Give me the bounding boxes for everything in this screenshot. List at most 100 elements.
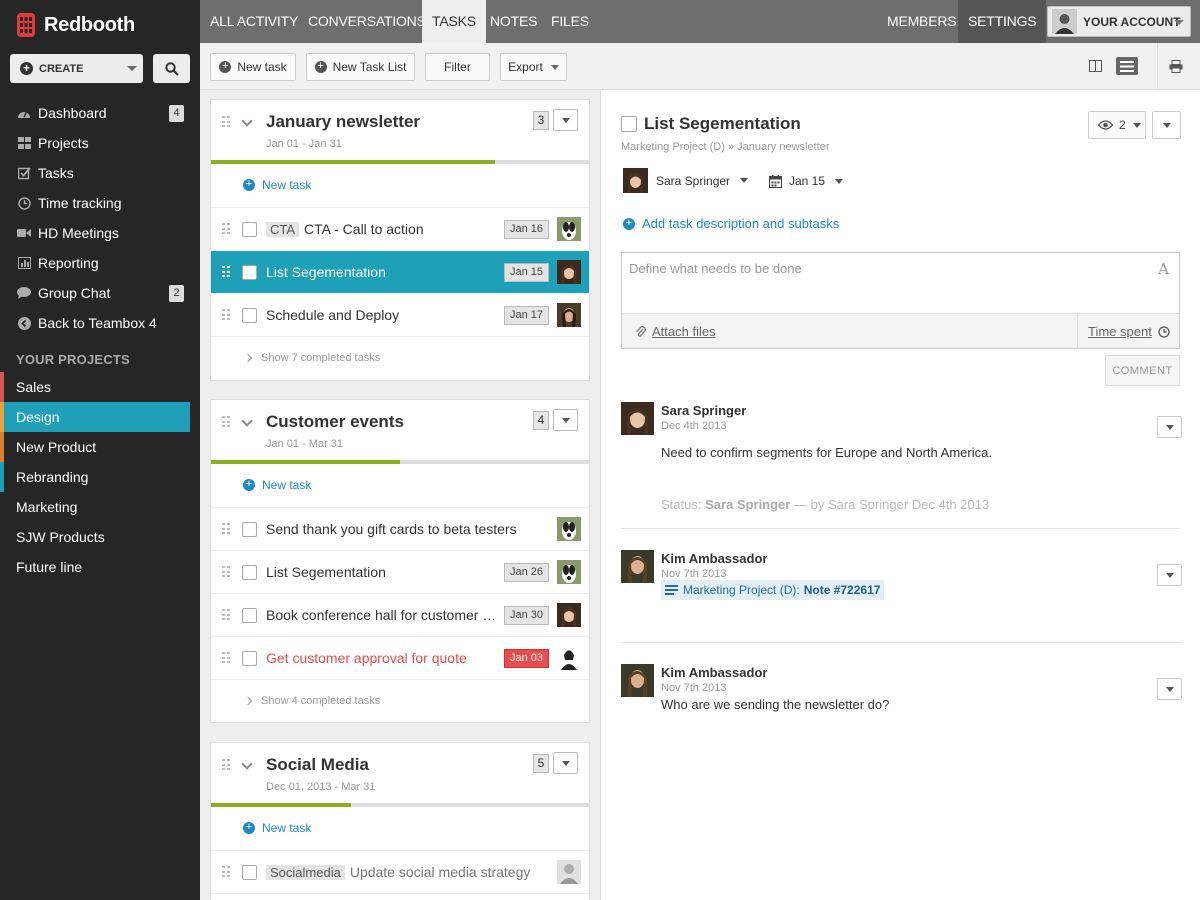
collapse-chevron-icon[interactable] bbox=[241, 415, 253, 427]
task-name[interactable]: Send thank you gift cards to beta tester… bbox=[266, 521, 517, 537]
nav-hd-meetings[interactable]: HD Meetings bbox=[0, 218, 200, 248]
drag-handle-icon[interactable] bbox=[222, 609, 230, 621]
avatar[interactable] bbox=[621, 664, 654, 697]
task-checkbox[interactable] bbox=[242, 222, 257, 237]
avatar[interactable] bbox=[621, 550, 654, 583]
task-label[interactable]: CTA CTA - Call to action bbox=[266, 221, 424, 237]
task-list-title[interactable]: Social Media bbox=[266, 755, 369, 775]
assignee-selector[interactable]: Sara Springer bbox=[623, 168, 749, 193]
split-view-icon[interactable] bbox=[1085, 57, 1105, 75]
author-name[interactable]: Kim Ambassador bbox=[661, 665, 767, 680]
activity-menu-button[interactable] bbox=[1157, 416, 1182, 438]
project-item-sales[interactable]: Sales bbox=[0, 372, 190, 402]
task-checkbox[interactable] bbox=[242, 608, 257, 623]
add-description-link[interactable]: + Add task description and subtasks bbox=[623, 216, 839, 231]
due-date-badge[interactable]: Jan 17 bbox=[504, 306, 550, 325]
task-name[interactable]: Book conference hall for customer … bbox=[266, 607, 494, 623]
due-date-selector[interactable]: Jan 15 bbox=[769, 174, 844, 188]
avatar[interactable] bbox=[621, 402, 654, 435]
task-checkbox[interactable] bbox=[242, 565, 257, 580]
tab-notes[interactable]: NOTES bbox=[480, 0, 547, 43]
task-row[interactable]: Schedule and Deploy Jan 17 bbox=[211, 294, 589, 337]
task-options-menu-button[interactable] bbox=[1152, 111, 1181, 139]
tab-files[interactable]: FILES bbox=[541, 0, 599, 43]
search-button[interactable] bbox=[153, 54, 190, 83]
show-completed-link[interactable]: Show 4 completed tasks bbox=[211, 680, 589, 721]
nav-reporting[interactable]: Reporting bbox=[0, 248, 200, 278]
nav-time-tracking[interactable]: Time tracking bbox=[0, 188, 200, 218]
task-row[interactable]: Book conference hall for customer … Jan … bbox=[211, 594, 589, 637]
tab-members[interactable]: MEMBERS bbox=[877, 0, 966, 43]
due-date-badge[interactable]: Jan 15 bbox=[504, 263, 550, 282]
task-list-menu-button[interactable] bbox=[553, 752, 578, 774]
task-checkbox[interactable] bbox=[242, 651, 257, 666]
collapse-chevron-icon[interactable] bbox=[241, 115, 253, 127]
task-name[interactable]: List Segementation bbox=[266, 564, 386, 580]
watchers-button[interactable]: 2 bbox=[1088, 111, 1146, 139]
task-row[interactable]: Socialmedia Update social media strategy bbox=[211, 851, 589, 894]
author-name[interactable]: Sara Springer bbox=[661, 403, 746, 418]
avatar[interactable] bbox=[557, 517, 581, 541]
tab-tasks[interactable]: TASKS bbox=[422, 0, 486, 43]
overdue-date-badge[interactable]: Jan 03 bbox=[504, 649, 550, 668]
task-row-overdue[interactable]: Get customer approval for quote Jan 03 bbox=[211, 637, 589, 680]
avatar[interactable] bbox=[557, 646, 581, 670]
task-row[interactable]: Send thank you gift cards to beta tester… bbox=[211, 508, 589, 551]
due-date-badge[interactable]: Jan 30 bbox=[504, 606, 550, 625]
account-menu-button[interactable]: YOUR ACCOUNT bbox=[1047, 6, 1191, 37]
nav-group-chat[interactable]: Group Chat 2 bbox=[0, 278, 200, 308]
task-checkbox[interactable] bbox=[242, 308, 257, 323]
print-icon[interactable] bbox=[1166, 57, 1186, 75]
task-name[interactable]: Schedule and Deploy bbox=[266, 307, 399, 323]
text-format-icon[interactable]: A bbox=[1158, 260, 1169, 278]
breadcrumb-project[interactable]: Marketing Project (D) bbox=[621, 141, 725, 153]
filter-button[interactable]: Filter bbox=[425, 53, 490, 81]
task-name[interactable]: Get customer approval for quote bbox=[266, 650, 467, 666]
drag-handle-icon[interactable] bbox=[222, 566, 230, 578]
show-completed-link[interactable]: Show 7 completed tasks bbox=[211, 337, 589, 378]
task-checkbox[interactable] bbox=[242, 865, 257, 880]
tab-conversations[interactable]: CONVERSATIONS bbox=[298, 0, 436, 43]
collapse-chevron-icon[interactable] bbox=[241, 758, 253, 770]
nav-projects[interactable]: Projects bbox=[0, 128, 200, 158]
comment-input[interactable]: Define what needs to be done bbox=[622, 253, 1179, 313]
task-list-menu-button[interactable] bbox=[553, 409, 578, 431]
activity-menu-button[interactable] bbox=[1157, 564, 1182, 586]
activity-menu-button[interactable] bbox=[1157, 678, 1182, 700]
new-task-button[interactable]: + New task bbox=[210, 53, 296, 81]
project-item-rebranding[interactable]: Rebranding bbox=[0, 462, 190, 492]
task-checkbox[interactable] bbox=[242, 522, 257, 537]
task-label[interactable]: Socialmedia Update social media strategy bbox=[266, 864, 530, 880]
attach-files-link[interactable]: Attach files bbox=[635, 324, 716, 339]
drag-handle-icon[interactable] bbox=[222, 223, 230, 235]
task-row-selected[interactable]: List Segementation Jan 15 bbox=[211, 251, 589, 294]
create-button[interactable]: + CREATE bbox=[10, 54, 143, 83]
due-date-badge[interactable]: Jan 16 bbox=[504, 220, 550, 239]
avatar[interactable] bbox=[557, 860, 581, 884]
new-task-list-button[interactable]: + New Task List bbox=[306, 53, 415, 81]
task-name[interactable]: List Segementation bbox=[266, 264, 386, 280]
project-item-marketing[interactable]: Marketing bbox=[0, 492, 190, 522]
tab-settings[interactable]: SETTINGS bbox=[958, 0, 1047, 43]
tab-all-activity[interactable]: ALL ACTIVITY bbox=[200, 0, 308, 43]
drag-handle-icon[interactable] bbox=[222, 416, 230, 428]
drag-handle-icon[interactable] bbox=[222, 309, 230, 321]
avatar[interactable] bbox=[557, 217, 581, 241]
project-item-future-line[interactable]: Future line bbox=[0, 552, 190, 582]
time-spent-link[interactable]: Time spent bbox=[1077, 314, 1170, 349]
drag-handle-icon[interactable] bbox=[222, 266, 230, 278]
task-row[interactable]: CTA CTA - Call to action Jan 16 bbox=[211, 208, 589, 251]
author-name[interactable]: Kim Ambassador bbox=[661, 551, 767, 566]
drag-handle-icon[interactable] bbox=[222, 759, 230, 771]
nav-dashboard[interactable]: Dashboard 4 bbox=[0, 98, 200, 128]
breadcrumb-list[interactable]: January newsletter bbox=[737, 141, 829, 153]
task-list-menu-button[interactable] bbox=[553, 109, 578, 131]
list-view-icon[interactable] bbox=[1116, 57, 1138, 75]
task-complete-checkbox[interactable] bbox=[621, 116, 637, 132]
drag-handle-icon[interactable] bbox=[222, 652, 230, 664]
avatar[interactable] bbox=[557, 303, 581, 327]
project-item-design[interactable]: Design bbox=[0, 402, 190, 432]
task-title[interactable]: List Segementation bbox=[644, 114, 801, 134]
task-row[interactable]: List Segementation Jan 26 bbox=[211, 551, 589, 594]
drag-handle-icon[interactable] bbox=[222, 866, 230, 878]
